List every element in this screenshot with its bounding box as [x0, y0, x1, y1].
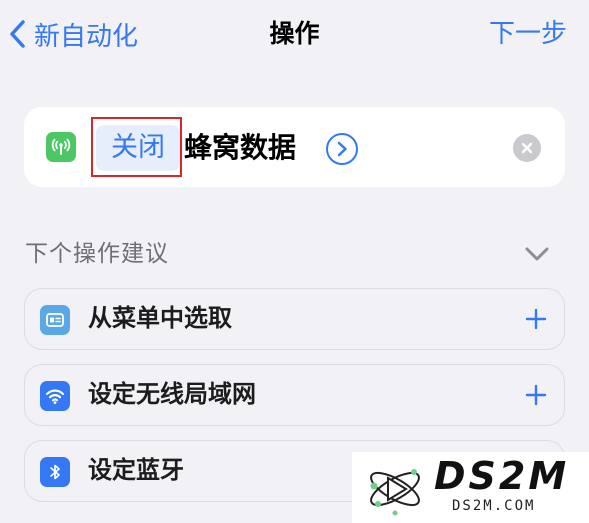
show-more-button[interactable]: [326, 133, 358, 165]
chevron-right-icon: [337, 141, 347, 157]
suggestion-set-wifi[interactable]: 设定无线局域网: [24, 364, 565, 426]
atom-logo-icon: [370, 469, 420, 516]
watermark-brand: DS2M: [434, 454, 570, 498]
next-button[interactable]: 下一步: [489, 14, 567, 54]
suggestion-label: 设定蓝牙: [88, 456, 184, 484]
wifi-icon: [40, 381, 70, 411]
suggestion-choose-from-menu[interactable]: 从菜单中选取: [24, 288, 565, 350]
action-label: 蜂窝数据: [184, 131, 297, 164]
close-icon: [521, 142, 533, 154]
remove-action-button[interactable]: [513, 134, 541, 162]
bluetooth-icon: [40, 457, 70, 487]
add-icon[interactable]: [525, 308, 547, 330]
chevron-down-icon[interactable]: [523, 244, 551, 264]
action-card: 关闭 蜂窝数据: [24, 107, 565, 187]
watermark: DS2M DS2M.COM: [352, 452, 589, 523]
add-icon[interactable]: [525, 384, 547, 406]
suggestions-title: 下个操作建议: [25, 241, 169, 267]
menu-icon: [40, 305, 70, 335]
suggestion-label: 从菜单中选取: [88, 304, 232, 332]
suggestion-label: 设定无线局域网: [88, 380, 256, 408]
state-parameter-button[interactable]: 关闭: [96, 125, 180, 171]
watermark-domain: DS2M.COM: [452, 498, 536, 514]
cellular-antenna-icon: [46, 132, 76, 162]
